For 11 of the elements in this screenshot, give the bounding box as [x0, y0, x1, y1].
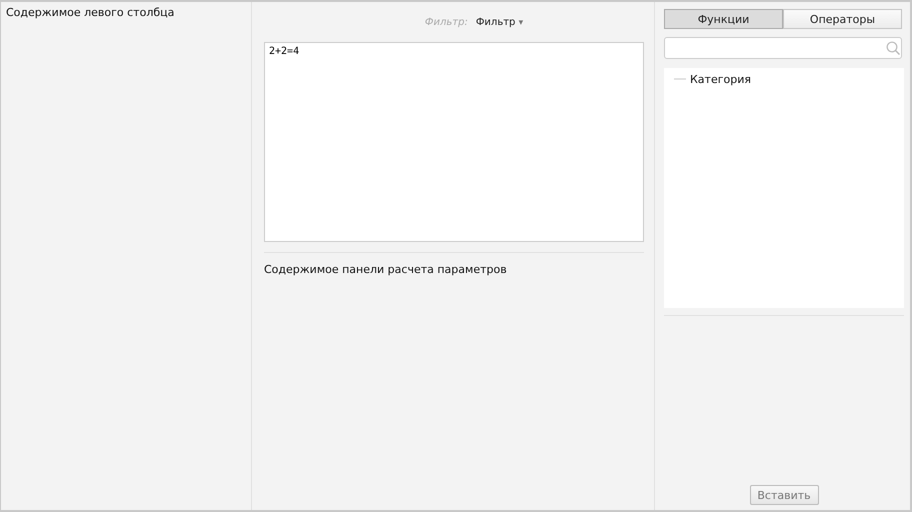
- left-column-text: Содержимое левого столбца: [6, 6, 174, 19]
- tab[interactable]: Операторы: [783, 9, 902, 29]
- parameters-panel-text: Содержимое панели расчета параметров: [264, 263, 508, 276]
- search-field[interactable]: [664, 37, 902, 59]
- tab[interactable]: Функции: [664, 9, 783, 29]
- tree-item[interactable]: Категория: [690, 72, 751, 86]
- tree-line-icon: [674, 78, 686, 80]
- formula-editor[interactable]: 2+2=4: [264, 42, 644, 242]
- filter-label: Фильтр:: [424, 16, 468, 28]
- search-icon: [886, 41, 900, 55]
- filter-dropdown[interactable]: Фильтр ▾: [476, 16, 524, 28]
